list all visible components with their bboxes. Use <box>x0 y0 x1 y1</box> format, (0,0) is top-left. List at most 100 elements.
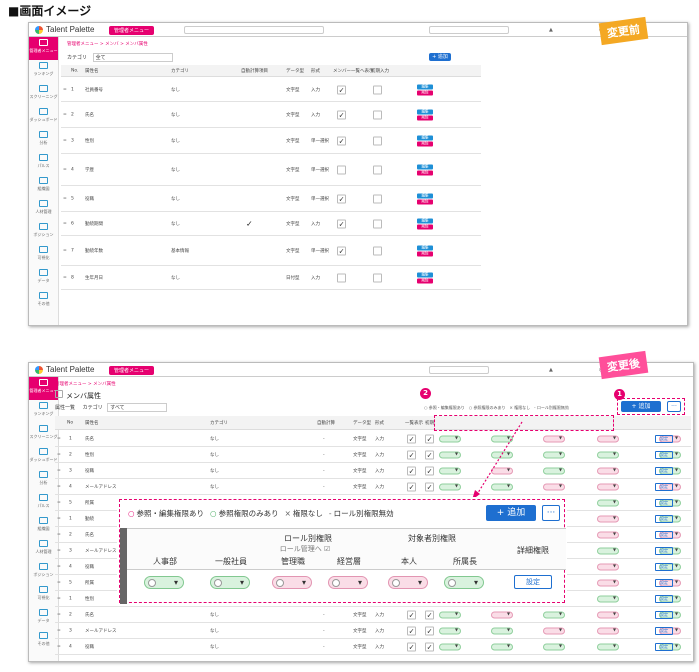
show-in-list-checkbox[interactable]: ✓ <box>407 642 416 651</box>
sidebar-item[interactable]: ダッシュボード <box>29 106 58 129</box>
initial-input-checkbox[interactable] <box>373 136 382 145</box>
edit-button[interactable]: 編集 <box>417 135 433 140</box>
sidebar-item[interactable]: 人材管理 <box>29 538 58 561</box>
app-logo[interactable]: Talent Palette <box>35 25 94 34</box>
permission-toggle[interactable] <box>597 626 619 634</box>
show-in-list-checkbox[interactable]: ✓ <box>337 85 346 94</box>
sidebar-item[interactable]: ポジション <box>29 561 58 584</box>
drag-handle-icon[interactable]: ≡ <box>57 484 61 489</box>
drag-handle-icon[interactable]: ≡ <box>57 516 61 521</box>
drag-handle-icon[interactable]: ≡ <box>57 548 61 553</box>
initial-input-checkbox[interactable] <box>373 194 382 203</box>
sidebar-item[interactable]: スクリーニング <box>29 83 58 106</box>
initial-input-checkbox[interactable]: ✓ <box>425 642 434 651</box>
breadcrumb-item[interactable]: メンバ <box>105 42 119 47</box>
initial-input-checkbox[interactable]: ✓ <box>425 466 434 475</box>
permission-toggle[interactable] <box>597 578 619 586</box>
permission-toggle[interactable] <box>439 466 461 474</box>
breadcrumb-item[interactable]: メンバ属性 <box>125 42 148 47</box>
permission-toggle[interactable] <box>597 594 619 602</box>
detail-settings-button[interactable]: 設定 <box>655 498 673 507</box>
sidebar-item[interactable]: パルス <box>29 492 58 515</box>
permission-toggle[interactable] <box>597 466 619 474</box>
permission-toggle[interactable] <box>543 466 565 474</box>
collapse-icon[interactable] <box>55 390 63 398</box>
initial-input-checkbox[interactable] <box>373 246 382 255</box>
edit-button[interactable]: 編集 <box>417 164 433 169</box>
permission-toggle[interactable] <box>543 642 565 650</box>
sidebar-item[interactable]: 分析 <box>29 469 58 492</box>
permission-toggle[interactable] <box>597 546 619 554</box>
menu-search-input[interactable] <box>429 366 489 374</box>
initial-input-checkbox[interactable]: ✓ <box>425 450 434 459</box>
delete-button[interactable]: 削除 <box>417 224 433 229</box>
permission-toggle[interactable]: ▾ <box>210 576 250 589</box>
initial-input-checkbox[interactable] <box>373 273 382 282</box>
detail-settings-button[interactable]: 設定 <box>655 530 673 539</box>
drag-handle-icon[interactable]: ≡ <box>57 612 61 617</box>
drag-handle-icon[interactable]: ≡ <box>57 580 61 585</box>
breadcrumb[interactable]: 管理者メニュー > メンバ > メンバ属性 <box>67 41 148 47</box>
show-in-list-checkbox[interactable]: ✓ <box>407 434 416 443</box>
drag-handle-icon[interactable]: ≡ <box>57 500 61 505</box>
sidebar-item[interactable]: スクリーニング <box>29 423 58 446</box>
initial-input-checkbox[interactable] <box>373 110 382 119</box>
show-in-list-checkbox[interactable]: ✓ <box>337 110 346 119</box>
sidebar-item[interactable]: パルス <box>29 152 58 175</box>
permission-toggle[interactable]: ▾ <box>388 576 428 589</box>
drag-handle-icon[interactable]: ≡ <box>57 532 61 537</box>
sidebar-item[interactable]: 可視化 <box>29 584 58 607</box>
delete-button[interactable]: 削除 <box>417 141 433 146</box>
permission-toggle[interactable] <box>543 482 565 490</box>
permission-toggle[interactable] <box>491 626 513 634</box>
category-select[interactable]: 全て <box>92 53 173 62</box>
member-search-input[interactable] <box>184 26 324 34</box>
category-select[interactable]: すべて <box>107 403 168 412</box>
drag-handle-icon[interactable]: ≡ <box>57 436 61 441</box>
drag-handle-icon[interactable]: ≡ <box>63 138 67 143</box>
initial-input-checkbox[interactable] <box>373 85 382 94</box>
permission-toggle[interactable]: ▾ <box>144 576 184 589</box>
menu-search-input[interactable] <box>429 26 509 34</box>
sidebar-item[interactable]: 組織図 <box>29 515 58 538</box>
permission-toggle[interactable] <box>543 626 565 634</box>
detail-settings-button[interactable]: 設定 <box>655 450 673 459</box>
detail-settings-button[interactable]: 設定 <box>655 482 673 491</box>
detail-settings-button[interactable]: 設定 <box>655 562 673 571</box>
drag-handle-icon[interactable]: ≡ <box>57 644 61 649</box>
sidebar-item[interactable]: 可視化 <box>29 244 58 267</box>
permission-toggle[interactable] <box>439 434 461 442</box>
edit-button[interactable]: 編集 <box>417 245 433 250</box>
drag-handle-icon[interactable]: ≡ <box>57 452 61 457</box>
permission-toggle[interactable] <box>543 450 565 458</box>
sidebar-item[interactable]: その他 <box>29 630 58 653</box>
show-in-list-checkbox[interactable]: ✓ <box>407 466 416 475</box>
permission-toggle[interactable] <box>439 642 461 650</box>
detail-settings-button[interactable]: 設定 <box>655 610 673 619</box>
detail-settings-button[interactable]: 設定 <box>655 434 673 443</box>
permission-toggle[interactable] <box>597 514 619 522</box>
permission-toggle[interactable] <box>439 626 461 634</box>
delete-button[interactable]: 削除 <box>417 251 433 256</box>
breadcrumb[interactable]: 管理者メニュー > メンバ属性 <box>55 381 116 387</box>
show-in-list-checkbox[interactable]: ✓ <box>337 194 346 203</box>
permission-toggle[interactable] <box>439 482 461 490</box>
detail-settings-button[interactable]: 設定 <box>514 575 552 589</box>
drag-handle-icon[interactable]: ≡ <box>63 221 67 226</box>
show-in-list-checkbox[interactable]: ✓ <box>337 136 346 145</box>
user-name[interactable]: ▲ <box>549 367 553 373</box>
list-filter[interactable]: 属性一覧 カテゴリ すべて <box>55 403 168 412</box>
sidebar-item[interactable]: データ <box>29 267 58 290</box>
show-in-list-checkbox[interactable]: ✓ <box>337 246 346 255</box>
drag-handle-icon[interactable]: ≡ <box>63 248 67 253</box>
initial-input-checkbox[interactable] <box>373 219 382 228</box>
drag-handle-icon[interactable]: ≡ <box>63 87 67 92</box>
show-in-list-checkbox[interactable] <box>337 165 346 174</box>
permission-toggle[interactable] <box>597 498 619 506</box>
detail-settings-button[interactable]: 設定 <box>655 546 673 555</box>
permission-toggle[interactable]: ▾ <box>444 576 484 589</box>
permission-toggle[interactable] <box>439 610 461 618</box>
permission-toggle[interactable] <box>597 482 619 490</box>
sidebar-item[interactable]: 管理者メニュー <box>29 37 58 60</box>
permission-toggle[interactable] <box>597 434 619 442</box>
